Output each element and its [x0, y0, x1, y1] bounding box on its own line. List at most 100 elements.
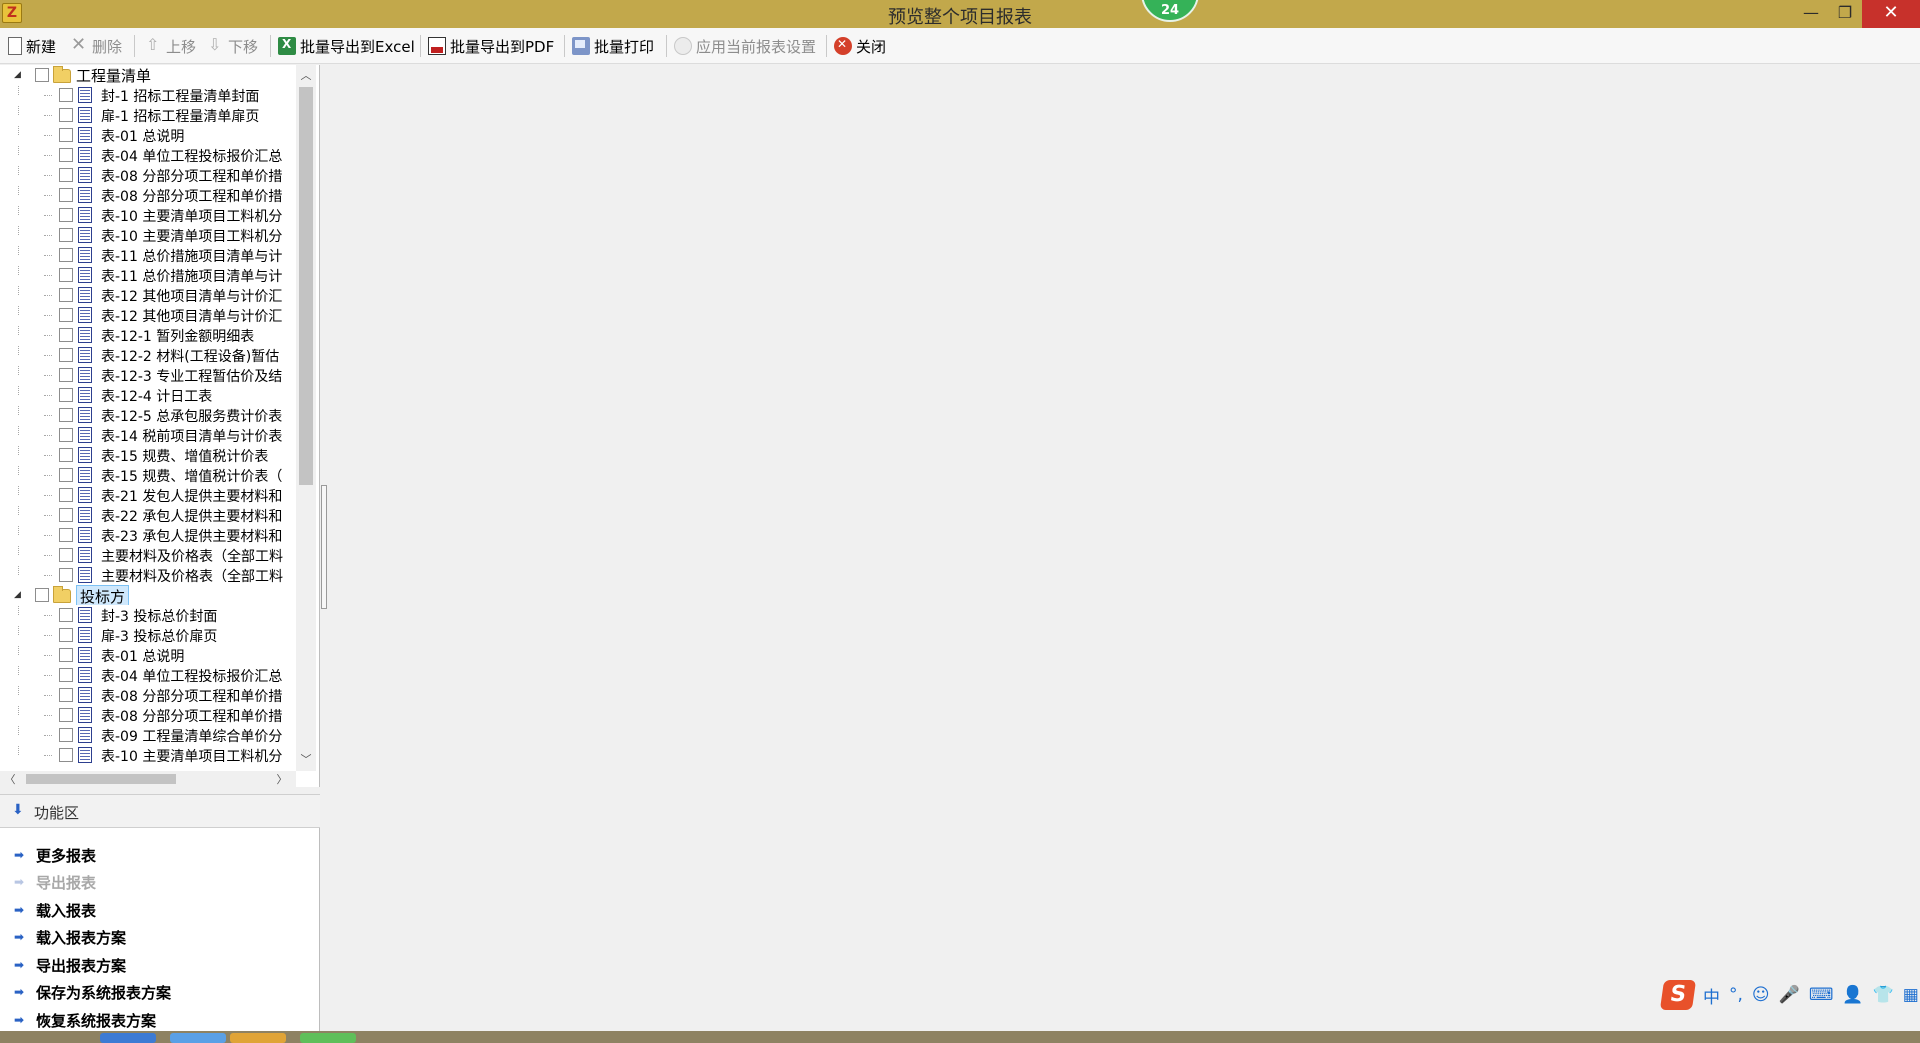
tree-item-label[interactable]: 表-01 总说明 [101, 126, 184, 145]
tree-item[interactable]: 表-04 单位工程投标报价汇总 [0, 145, 296, 165]
tree-group-1[interactable]: ◢ 投标方 [0, 585, 296, 605]
tree-item-label[interactable]: 表-12-4 计日工表 [101, 386, 212, 405]
tree-checkbox[interactable] [59, 628, 73, 642]
tree-item-label[interactable]: 扉-3 投标总价扉页 [101, 626, 217, 645]
tree-checkbox[interactable] [59, 88, 73, 102]
tree-item[interactable]: 表-08 分部分项工程和单价措 [0, 185, 296, 205]
tree-checkbox[interactable] [59, 288, 73, 302]
tree-checkbox[interactable] [59, 648, 73, 662]
tree-item[interactable]: 表-10 主要清单项目工料机分 [0, 225, 296, 245]
tree-item-label[interactable]: 表-15 规费、增值税计价表 [101, 446, 268, 465]
expand-triangle-icon[interactable]: ◢ [14, 590, 24, 600]
tree-item-label[interactable]: 主要材料及价格表（全部工料 [101, 546, 283, 565]
ime-user-icon[interactable]: 👤 [1842, 985, 1863, 1005]
tree-checkbox[interactable] [59, 368, 73, 382]
tree-item[interactable]: 表-01 总说明 [0, 125, 296, 145]
maximize-button[interactable]: ❐ [1826, 0, 1864, 28]
close-window-button[interactable]: ✕ [1862, 0, 1920, 28]
apply-settings-button[interactable]: 应用当前报表设置 [674, 35, 816, 57]
tree-item[interactable]: 封-3 投标总价封面 [0, 605, 296, 625]
close-button[interactable]: 关闭 [834, 35, 886, 57]
tree-item-label[interactable]: 表-04 单位工程投标报价汇总 [101, 146, 282, 165]
ime-toolbox-icon[interactable]: ▦ [1903, 985, 1919, 1005]
tree-item[interactable]: 主要材料及价格表（全部工料 [0, 565, 296, 585]
tree-item[interactable]: 表-08 分部分项工程和单价措 [0, 165, 296, 185]
tree-item-label[interactable]: 表-08 分部分项工程和单价措 [101, 166, 282, 185]
tree-item[interactable]: 表-08 分部分项工程和单价措 [0, 705, 296, 725]
tree-item-label[interactable]: 表-11 总价措施项目清单与计 [101, 266, 282, 285]
tree-checkbox[interactable] [59, 528, 73, 542]
tree-checkbox[interactable] [59, 748, 73, 762]
sogou-logo-icon[interactable]: S [1659, 980, 1697, 1010]
tree-checkbox[interactable] [59, 468, 73, 482]
tree-checkbox[interactable] [59, 248, 73, 262]
function-item[interactable]: ➡ 载入报表方案 [14, 926, 126, 948]
tree-item-label[interactable]: 表-08 分部分项工程和单价措 [101, 186, 282, 205]
export-pdf-button[interactable]: 批量导出到PDF [428, 35, 554, 57]
scroll-left-icon[interactable]: 〈 [4, 771, 16, 787]
tree-item-label[interactable]: 扉-1 招标工程量清单扉页 [101, 106, 259, 125]
move-up-button[interactable]: 上移 [144, 35, 196, 57]
tree-item-label[interactable]: 表-12 其他项目清单与计价汇 [101, 286, 282, 305]
function-item[interactable]: ➡ 导出报表方案 [14, 954, 126, 976]
tree-item[interactable]: 表-22 承包人提供主要材料和 [0, 505, 296, 525]
tree-item[interactable]: 表-12-1 暂列金额明细表 [0, 325, 296, 345]
tree-checkbox[interactable] [59, 348, 73, 362]
tree-checkbox[interactable] [59, 608, 73, 622]
tree-item[interactable]: 表-15 规费、增值税计价表 [0, 445, 296, 465]
tree-checkbox[interactable] [59, 388, 73, 402]
minimize-button[interactable]: — [1792, 0, 1830, 28]
tree-checkbox[interactable] [59, 488, 73, 502]
tree-item[interactable]: 封-1 招标工程量清单封面 [0, 85, 296, 105]
tree-item[interactable]: 表-10 主要清单项目工料机分 [0, 745, 296, 765]
ime-keyboard-icon[interactable]: ⌨ [1809, 985, 1834, 1005]
tree-item-label[interactable]: 表-10 主要清单项目工料机分 [101, 746, 282, 765]
tree-checkbox[interactable] [59, 688, 73, 702]
tree-checkbox[interactable] [59, 168, 73, 182]
scroll-up-icon[interactable]: ︿ [296, 67, 316, 83]
tree-checkbox[interactable] [59, 408, 73, 422]
tree-item-label[interactable]: 表-22 承包人提供主要材料和 [101, 506, 282, 525]
tree-checkbox[interactable] [59, 148, 73, 162]
tree-checkbox[interactable] [35, 588, 49, 602]
tree-checkbox[interactable] [59, 448, 73, 462]
ime-chinese-mode-icon[interactable]: 中 [1703, 983, 1720, 1008]
tree-item-label[interactable]: 表-12 其他项目清单与计价汇 [101, 306, 282, 325]
tree-group-label[interactable]: 投标方 [76, 585, 130, 605]
function-item[interactable]: ➡ 恢复系统报表方案 [14, 1009, 156, 1031]
tree-item[interactable]: 表-09 工程量清单综合单价分 [0, 725, 296, 745]
tree-item[interactable]: 表-10 主要清单项目工料机分 [0, 205, 296, 225]
tree-checkbox[interactable] [59, 568, 73, 582]
tree-item[interactable]: 表-01 总说明 [0, 645, 296, 665]
ime-emoji-icon[interactable]: ☺ [1752, 985, 1770, 1005]
tree-item[interactable]: 表-12-5 总承包服务费计价表 [0, 405, 296, 425]
tree-item-label[interactable]: 主要材料及价格表（全部工料 [101, 566, 283, 585]
tree-item-label[interactable]: 表-21 发包人提供主要材料和 [101, 486, 282, 505]
tree-item[interactable]: 表-23 承包人提供主要材料和 [0, 525, 296, 545]
tree-checkbox[interactable] [59, 128, 73, 142]
tree-group-0[interactable]: ◢ 工程量清单 [0, 65, 296, 85]
tree-item[interactable]: 表-12-3 专业工程暂估价及结 [0, 365, 296, 385]
function-area-header[interactable]: ⬇ 功能区 [0, 794, 320, 828]
tree-item-label[interactable]: 表-12-2 材料(工程设备)暂估 [101, 346, 279, 365]
taskbar-app-icon[interactable] [230, 1033, 286, 1043]
tree-item[interactable]: 扉-3 投标总价扉页 [0, 625, 296, 645]
tree-item[interactable]: 表-11 总价措施项目清单与计 [0, 245, 296, 265]
taskbar-app-icon[interactable] [170, 1033, 226, 1043]
tree-item-label[interactable]: 表-08 分部分项工程和单价措 [101, 706, 282, 725]
tree-checkbox[interactable] [59, 668, 73, 682]
tree-checkbox[interactable] [59, 728, 73, 742]
ime-punctuation-icon[interactable]: °, [1729, 985, 1743, 1005]
tree-checkbox[interactable] [59, 708, 73, 722]
move-down-button[interactable]: 下移 [206, 35, 258, 57]
ime-voice-icon[interactable]: 🎤 [1779, 985, 1800, 1005]
tree-item[interactable]: 表-12 其他项目清单与计价汇 [0, 305, 296, 325]
tree-checkbox[interactable] [59, 208, 73, 222]
taskbar-app-icon[interactable] [100, 1033, 156, 1043]
tree-item-label[interactable]: 表-12-1 暂列金额明细表 [101, 326, 254, 345]
taskbar-app-icon[interactable] [300, 1033, 356, 1043]
tree-checkbox[interactable] [59, 508, 73, 522]
tree-item[interactable]: 表-15 规费、增值税计价表（ [0, 465, 296, 485]
tree-item[interactable]: 表-12 其他项目清单与计价汇 [0, 285, 296, 305]
tree-horizontal-scrollbar[interactable]: 〈 〉 [0, 771, 296, 787]
